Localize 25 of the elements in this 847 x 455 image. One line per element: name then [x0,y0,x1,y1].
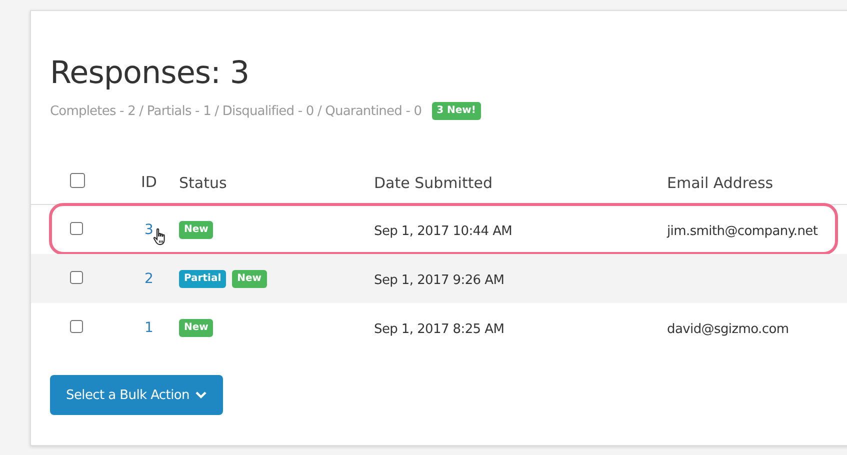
date-cell: Sep 1, 2017 8:25 AM [374,322,504,337]
row-checkbox[interactable] [70,271,83,284]
column-header: Date Submitted [374,174,492,192]
response-summary: Completes - 2 / Partials - 1 / Disqualified - 0 / Quarantined - 0 [50,104,422,118]
email-cell: david@sgizmo.com [667,322,789,337]
date-cell: Sep 1, 2017 10:44 AM [374,224,512,239]
new-count-badge: 3 New! [432,102,481,120]
new-status-badge: New [232,270,267,288]
column-header: ID [141,173,157,191]
chevron-down-icon [195,391,208,399]
partial-status-badge: Partial [179,270,226,288]
new-status-badge: New [179,318,214,336]
new-status-badge: New [179,220,214,238]
column-header: Email Address [667,174,774,192]
column-header: Status [179,174,227,192]
email-cell: jim.smith@company.net [667,224,818,239]
row-checkbox[interactable] [70,320,83,333]
row-checkbox[interactable] [70,222,83,235]
response-id-link[interactable]: 1 [144,320,154,336]
response-id-link[interactable]: 3 [144,222,154,238]
bulk-action-dropdown-button[interactable]: Select a Bulk Action [50,375,224,415]
date-cell: Sep 1, 2017 9:26 AM [374,273,504,288]
select-all-checkbox[interactable] [70,172,85,188]
response-id-link[interactable]: 2 [144,270,154,286]
page-title: Responses: 3 [50,55,250,91]
